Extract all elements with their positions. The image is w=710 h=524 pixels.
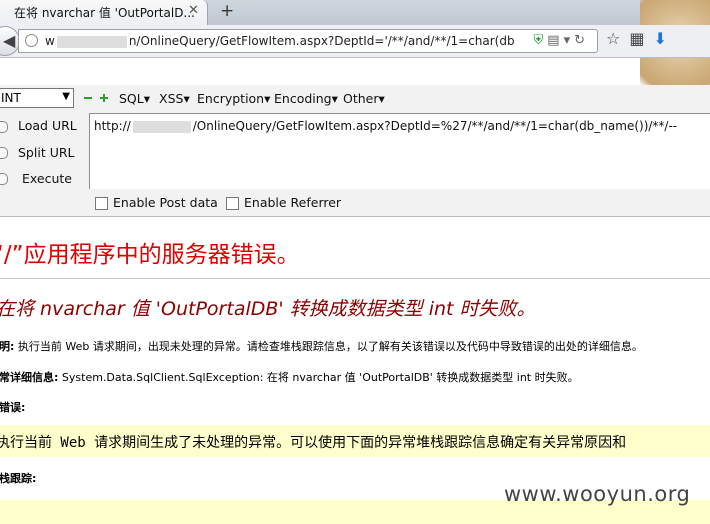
menu-encryption-label: Encryption xyxy=(197,91,265,106)
error-message: 在将 nvarchar 值 'OutPortalDB' 转换成数据类型 int … xyxy=(0,298,536,320)
address-bar-icons: ⛨▤▾↻ xyxy=(534,33,590,48)
exception-label: 异常详细信息: xyxy=(0,371,59,384)
exception-details-line: 异常详细信息: System.Data.SqlClient.SqlExcepti… xyxy=(0,369,579,385)
menu-xss-label: XSS xyxy=(159,91,184,106)
menu-other[interactable]: Other▾ xyxy=(343,91,385,106)
reader-icon[interactable]: ▤ xyxy=(547,33,563,48)
back-button[interactable]: ◀ xyxy=(0,26,20,56)
minus-icon[interactable] xyxy=(84,94,92,102)
type-select-value: INT xyxy=(1,91,21,105)
stack-trace-heading: 堆栈跟踪: xyxy=(0,470,36,486)
tab-close-icon[interactable]: ✕ xyxy=(188,3,199,18)
redacted-host xyxy=(132,120,191,133)
hackbar-url-path: /OnlineQuery/GetFlowItem.aspx?DeptId=%27… xyxy=(192,119,678,133)
description-line: 说明: 执行当前 Web 请求期间，出现未处理的异常。请检查堆栈跟踪信息，以了解… xyxy=(0,338,643,354)
shield-icon[interactable]: ⛨ xyxy=(534,33,548,48)
menu-encoding[interactable]: Encoding▾ xyxy=(274,91,338,106)
enable-referrer-checkbox[interactable] xyxy=(226,197,239,210)
execute-icon xyxy=(0,173,8,185)
watermark: www.wooyun.org xyxy=(504,482,691,506)
description-text: 执行当前 Web 请求期间，出现未处理的异常。请检查堆栈跟踪信息，以了解有关该错… xyxy=(14,340,643,353)
type-select[interactable]: INT ▼ xyxy=(0,88,74,108)
exception-text: System.Data.SqlClient.SqlException: 在将 n… xyxy=(58,371,579,384)
address-bar[interactable]: w n/OnlineQuery/GetFlowItem.aspx?DeptId='… xyxy=(18,29,598,53)
source-error-label: 源错误: xyxy=(0,401,26,414)
source-error-text: 执行当前 Web 请求期间生成了未处理的异常。可以使用下面的异常堆栈跟踪信息确定… xyxy=(0,435,627,451)
menu-encryption[interactable]: Encryption▾ xyxy=(197,91,270,106)
dropdown-icon[interactable]: ▾ xyxy=(564,33,575,48)
bookmark-star-icon[interactable]: ☆ xyxy=(606,29,629,48)
description-label: 说明: xyxy=(0,340,15,353)
chevron-down-icon: ▼ xyxy=(62,91,70,102)
menu-sql-label: SQL xyxy=(119,91,144,106)
hackbar-options: Enable Post data Enable Referrer xyxy=(0,192,710,216)
source-error-heading: 源错误: xyxy=(0,399,25,415)
enable-post-checkbox[interactable] xyxy=(95,197,108,210)
enable-referrer-label: Enable Referrer xyxy=(244,195,342,210)
toolbar-icons: ☆▦⬇ xyxy=(606,29,676,48)
menu-xss[interactable]: XSS▾ xyxy=(159,91,190,106)
download-icon[interactable]: ⬇ xyxy=(653,29,675,48)
execute-button[interactable]: Execute xyxy=(22,171,72,186)
hackbar-url-textarea[interactable]: http:// /OnlineQuery/GetFlowItem.aspx?Dep… xyxy=(89,113,710,189)
menu-encoding-label: Encoding xyxy=(274,91,332,106)
address-url-prefix: w xyxy=(45,34,55,48)
plus-icon[interactable] xyxy=(100,94,108,102)
menu-other-label: Other xyxy=(343,91,379,106)
divider xyxy=(0,216,710,217)
globe-icon xyxy=(25,34,38,47)
hackbar-url-value: http:// /OnlineQuery/GetFlowItem.aspx?Dep… xyxy=(94,119,677,133)
redacted-host xyxy=(56,35,127,48)
menu-sql[interactable]: SQL▾ xyxy=(119,91,150,106)
address-url[interactable]: w n/OnlineQuery/GetFlowItem.aspx?DeptId='… xyxy=(45,34,515,48)
source-error-box: 执行当前 Web 请求期间生成了未处理的异常。可以使用下面的异常堆栈跟踪信息确定… xyxy=(0,425,710,457)
tab-strip: 在将 nvarchar 值 'OutPortalD... ✕ + xyxy=(0,0,710,25)
refresh-icon[interactable]: ↻ xyxy=(574,33,589,48)
back-arrow-icon: ◀ xyxy=(3,31,16,50)
enable-post-label: Enable Post data xyxy=(113,195,218,210)
navigation-bar: ◀ w n/OnlineQuery/GetFlowItem.aspx?DeptId… xyxy=(0,25,710,58)
hackbar-actions: Load URL Split URL Execute xyxy=(0,113,88,189)
page-title: “/”应用程序中的服务器错误。 xyxy=(0,242,300,268)
divider xyxy=(0,278,710,279)
load-url-button[interactable]: Load URL xyxy=(18,118,77,133)
hackbar-url-prefix: http:// xyxy=(94,119,131,133)
new-tab-icon[interactable]: + xyxy=(220,1,234,21)
load-url-icon xyxy=(0,121,8,133)
stack-trace-label: 堆栈跟踪: xyxy=(0,472,37,485)
browser-tab[interactable]: 在将 nvarchar 值 'OutPortalD... ✕ xyxy=(0,0,208,25)
bookmarks-list-icon[interactable]: ▦ xyxy=(629,29,653,48)
address-url-path: n/OnlineQuery/GetFlowItem.aspx?DeptId='/… xyxy=(128,34,515,48)
split-url-button[interactable]: Split URL xyxy=(18,145,75,160)
tab-title: 在将 nvarchar 值 'OutPortalD... xyxy=(14,6,195,20)
split-url-icon xyxy=(0,147,8,159)
